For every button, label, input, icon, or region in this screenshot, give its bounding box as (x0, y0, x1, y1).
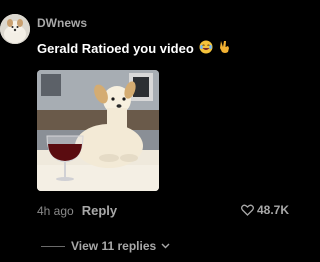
comment-timestamp: 4h ago (37, 203, 74, 218)
comment-text-content: Gerald Ratioed you video (37, 41, 194, 56)
replies-divider (41, 245, 65, 247)
like-button[interactable]: 48.7K (241, 203, 289, 217)
dog-with-wine-image (37, 70, 159, 191)
view-replies-label: View 11 replies (71, 239, 157, 253)
avatar[interactable] (0, 14, 30, 44)
heart-icon (241, 204, 254, 216)
comment-meta: 4h ago Reply 48.7K (37, 203, 289, 218)
chevron-down-icon (161, 243, 170, 249)
like-count: 48.7K (257, 203, 290, 217)
reply-button[interactable]: Reply (82, 203, 117, 218)
victory-hand-icon (218, 40, 231, 57)
comment-text: Gerald Ratioed you video (37, 40, 231, 57)
comment-media-image[interactable] (37, 70, 159, 191)
avatar-dog-icon (0, 14, 30, 44)
comment-username[interactable]: DWnews (37, 16, 87, 30)
view-replies-button[interactable]: View 11 replies (41, 239, 170, 253)
laughing-face-icon (199, 40, 213, 57)
